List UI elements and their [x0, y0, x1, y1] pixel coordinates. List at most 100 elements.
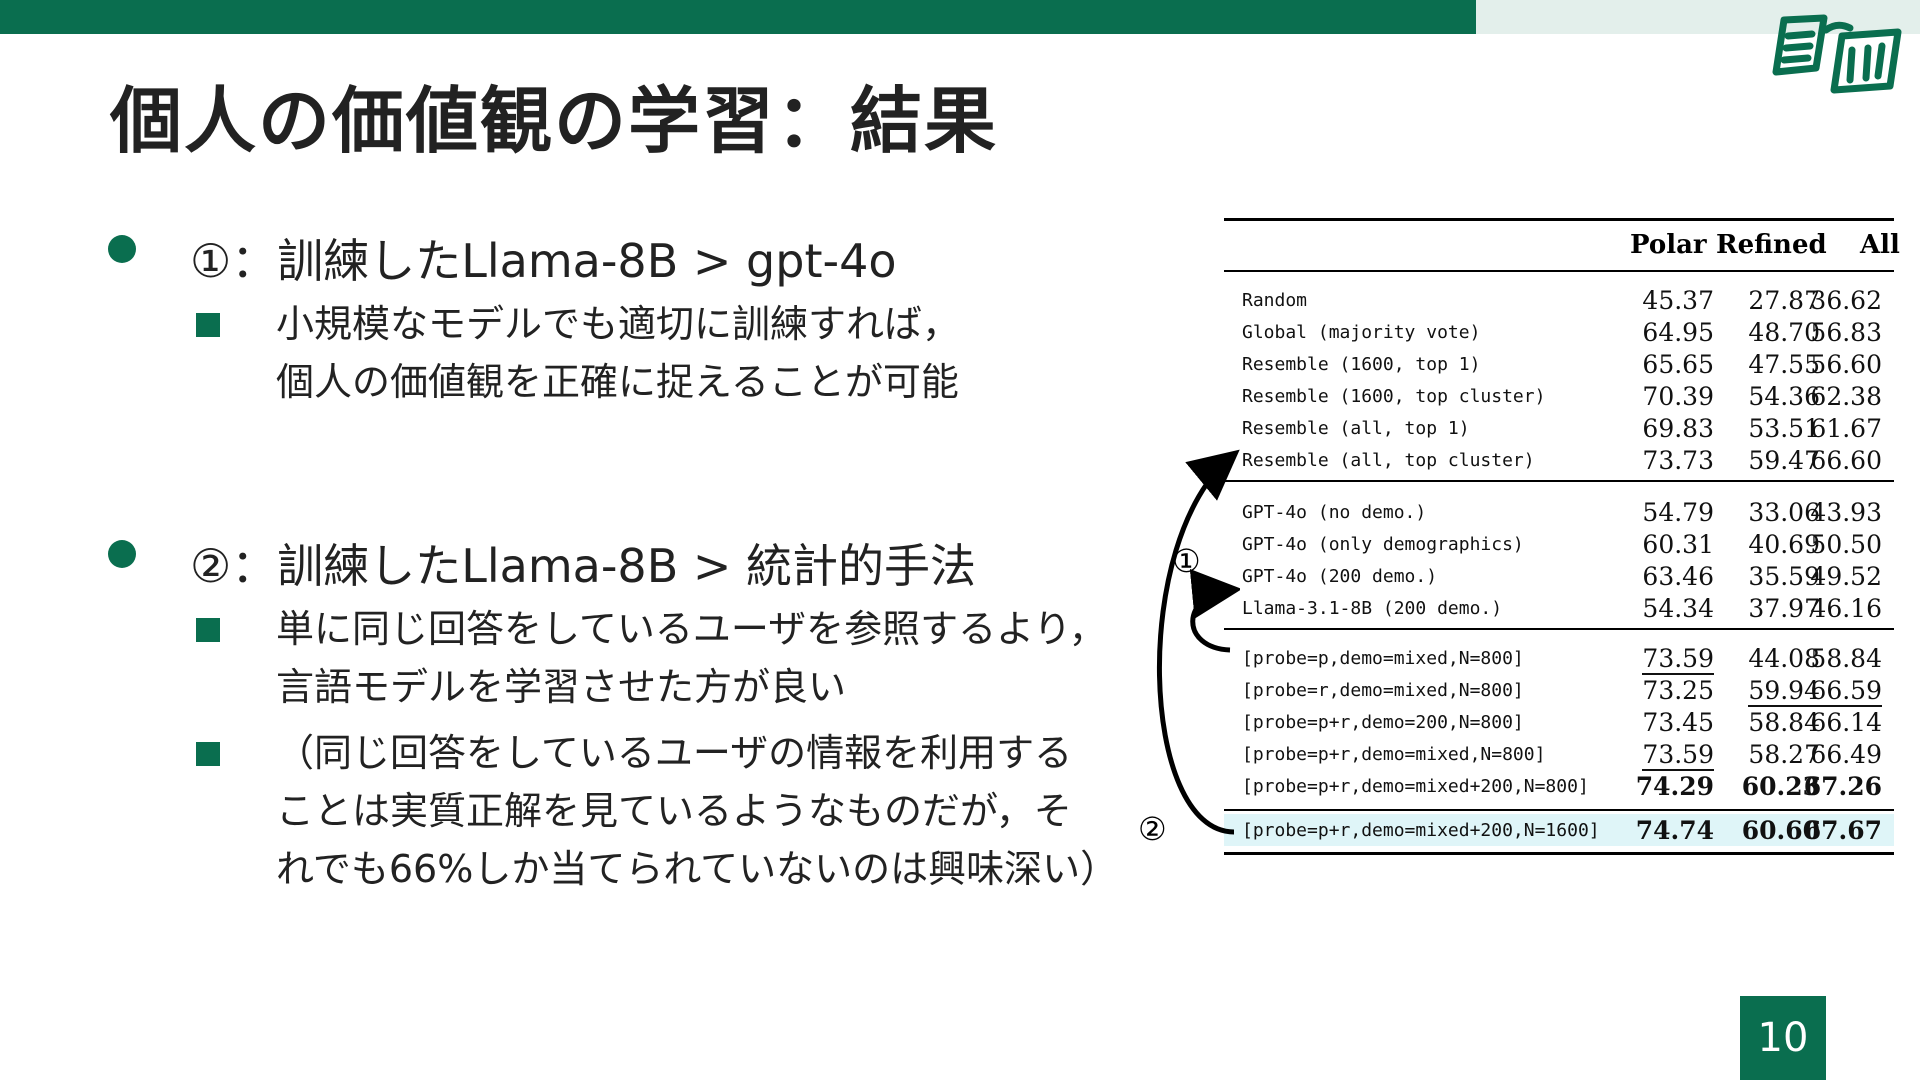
polar-cell: 63.46	[1642, 562, 1714, 591]
slide-title: 個人の価値観の学習：結果	[110, 79, 999, 163]
all-cell: 66.49	[1810, 740, 1882, 769]
arrow-1-icon	[1189, 568, 1240, 653]
polar-cell: 73.73	[1642, 446, 1714, 475]
sub-bullet-2-2: （同じ回答をしているユーザの情報を利用する ことは実質正解を見ているようなものだ…	[196, 724, 1119, 898]
bullet-square-icon	[196, 742, 220, 766]
all-cell: 49.52	[1810, 562, 1882, 591]
table-row: [probe=p+r,demo=mixed+200,N=1600] 74.74 60…	[1224, 814, 1894, 846]
method-cell: Resemble (1600, top cluster)	[1242, 386, 1546, 407]
table-header-rule	[1224, 270, 1894, 272]
sub-bullet-line: れでも66%しか当てられていないのは興味深い）	[276, 847, 1119, 891]
table-row: [probe=p+r,demo=mixed,N=800] 73.59 58.27 66…	[1224, 738, 1894, 771]
sub-bullet-line: ことは実質正解を見ているようなものだが，そ	[276, 789, 1072, 833]
arrow-2-icon	[1156, 449, 1240, 835]
marker-one: ①	[1172, 542, 1201, 580]
sub-bullet-2-1: 単に同じ回答をしているユーザを参照するより， 言語モデルを学習させた方が良い	[196, 600, 1107, 716]
table-row: [probe=p+r,demo=mixed+200,N=800] 74.29 60.…	[1224, 770, 1894, 802]
table-top-rule	[1224, 218, 1894, 221]
sub-bullet-line: 単に同じ回答をしているユーザを参照するより，	[276, 607, 1107, 651]
all-cell: 61.67	[1810, 414, 1882, 443]
all-cell: 56.83	[1810, 318, 1882, 347]
polar-cell: 45.37	[1642, 286, 1714, 315]
polar-cell: 65.65	[1642, 350, 1714, 379]
table-bottom-rule	[1224, 852, 1894, 855]
polar-cell: 70.39	[1642, 382, 1714, 411]
table-group-rule	[1224, 628, 1894, 630]
polar-cell: 69.83	[1642, 414, 1714, 443]
polar-cell: 73.59	[1642, 644, 1714, 675]
bullet-dot-icon	[108, 235, 136, 263]
header-refined: Refined	[1716, 230, 1827, 260]
method-cell: Global (majority vote)	[1242, 322, 1481, 343]
method-cell: [probe=p+r,demo=mixed,N=800]	[1242, 744, 1546, 765]
sub-bullet-line: 個人の価値観を正確に捉えることが可能	[276, 360, 959, 404]
all-cell: 50.50	[1810, 530, 1882, 559]
all-cell: 66.14	[1810, 708, 1882, 737]
all-cell: 66.59	[1810, 676, 1882, 707]
polar-cell: 60.31	[1642, 530, 1714, 559]
annotation-arrows	[1156, 449, 1240, 835]
method-cell: [probe=r,demo=mixed,N=800]	[1242, 680, 1524, 701]
method-cell: [probe=p+r,demo=200,N=800]	[1242, 712, 1524, 733]
polar-cell: 54.79	[1642, 498, 1714, 527]
sub-bullet-line: 言語モデルを学習させた方が良い	[276, 665, 847, 709]
sub-bullet-line: （同じ回答をしているユーザの情報を利用する	[276, 731, 1073, 775]
all-cell: 56.60	[1810, 350, 1882, 379]
polar-cell: 54.34	[1642, 594, 1714, 623]
table-row: Resemble (all, top 1) 69.83 53.51 61.67	[1224, 412, 1894, 444]
header-all: All	[1860, 230, 1900, 260]
bullet-dot-icon	[108, 540, 136, 568]
polar-cell: 73.45	[1642, 708, 1714, 737]
method-cell: [probe=p+r,demo=mixed+200,N=1600]	[1242, 820, 1600, 841]
table-row: Resemble (1600, top 1) 65.65 47.55 56.60	[1224, 348, 1894, 380]
method-cell: Resemble (all, top 1)	[1242, 418, 1470, 439]
table-row: Global (majority vote) 64.95 48.70 56.83	[1224, 316, 1894, 348]
all-cell: 67.67	[1803, 816, 1882, 845]
table-row: [probe=r,demo=mixed,N=800] 73.25 59.94 66.5…	[1224, 674, 1894, 707]
all-cell: 43.93	[1810, 498, 1882, 527]
page-number: 10	[1740, 996, 1826, 1080]
table-row: [probe=p+r,demo=200,N=800] 73.45 58.84 66.1…	[1224, 706, 1894, 738]
all-cell: 36.62	[1810, 286, 1882, 315]
table-group-rule	[1224, 480, 1894, 482]
table-row: Random 45.37 27.87 36.62	[1224, 284, 1894, 316]
bullet-square-icon	[196, 618, 220, 642]
table-row: GPT-4o (200 demo.) 63.46 35.59 49.52	[1224, 560, 1894, 592]
bullet-2: ②：訓練したLlama-8B > 統計的手法	[108, 530, 977, 596]
university-logo-icon	[1772, 14, 1902, 94]
table-row: GPT-4o (only demographics) 60.31 40.69 50.5…	[1224, 528, 1894, 560]
all-cell: 58.84	[1810, 644, 1882, 673]
method-cell: GPT-4o (only demographics)	[1242, 534, 1524, 555]
method-cell: Llama-3.1-8B (200 demo.)	[1242, 598, 1503, 619]
method-cell: Random	[1242, 290, 1308, 311]
polar-cell: 74.74	[1635, 816, 1714, 845]
table-row: Resemble (1600, top cluster) 70.39 54.36 62…	[1224, 380, 1894, 412]
method-cell: Resemble (1600, top 1)	[1242, 354, 1481, 375]
marker-two: ②	[1138, 810, 1167, 848]
all-cell: 66.60	[1810, 446, 1882, 475]
table-row: GPT-4o (no demo.) 54.79 33.06 43.93	[1224, 496, 1894, 528]
method-cell: [probe=p,demo=mixed,N=800]	[1242, 648, 1524, 669]
polar-cell: 73.25	[1642, 676, 1714, 705]
polar-cell: 64.95	[1642, 318, 1714, 347]
bullet-1: ①：訓練したLlama-8B > gpt-4o	[108, 225, 897, 291]
polar-cell: 74.29	[1635, 772, 1714, 801]
method-cell: [probe=p+r,demo=mixed+200,N=800]	[1242, 776, 1589, 797]
all-cell: 62.38	[1810, 382, 1882, 411]
bullet-1-text: ①：訓練したLlama-8B > gpt-4o	[190, 234, 897, 288]
top-accent-bar	[0, 0, 1476, 34]
header-polar: Polar	[1630, 230, 1707, 260]
method-cell: GPT-4o (no demo.)	[1242, 502, 1427, 523]
sub-bullet-line: 小規模なモデルでも適切に訓練すれば，	[276, 302, 961, 346]
all-cell: 67.26	[1803, 772, 1882, 801]
table-row: [probe=p,demo=mixed,N=800] 73.59 44.08 58.8…	[1224, 642, 1894, 675]
method-cell: GPT-4o (200 demo.)	[1242, 566, 1438, 587]
bullet-2-text: ②：訓練したLlama-8B > 統計的手法	[190, 539, 977, 593]
table-row: Resemble (all, top cluster) 73.73 59.47 66.…	[1224, 444, 1894, 476]
sub-bullet-1-1: 小規模なモデルでも適切に訓練すれば， 個人の価値観を正確に捉えることが可能	[196, 295, 961, 411]
all-cell: 46.16	[1810, 594, 1882, 623]
table-row: Llama-3.1-8B (200 demo.) 54.34 37.97 46.16	[1224, 592, 1894, 624]
table-group-rule	[1224, 809, 1894, 811]
method-cell: Resemble (all, top cluster)	[1242, 450, 1535, 471]
bullet-square-icon	[196, 313, 220, 337]
